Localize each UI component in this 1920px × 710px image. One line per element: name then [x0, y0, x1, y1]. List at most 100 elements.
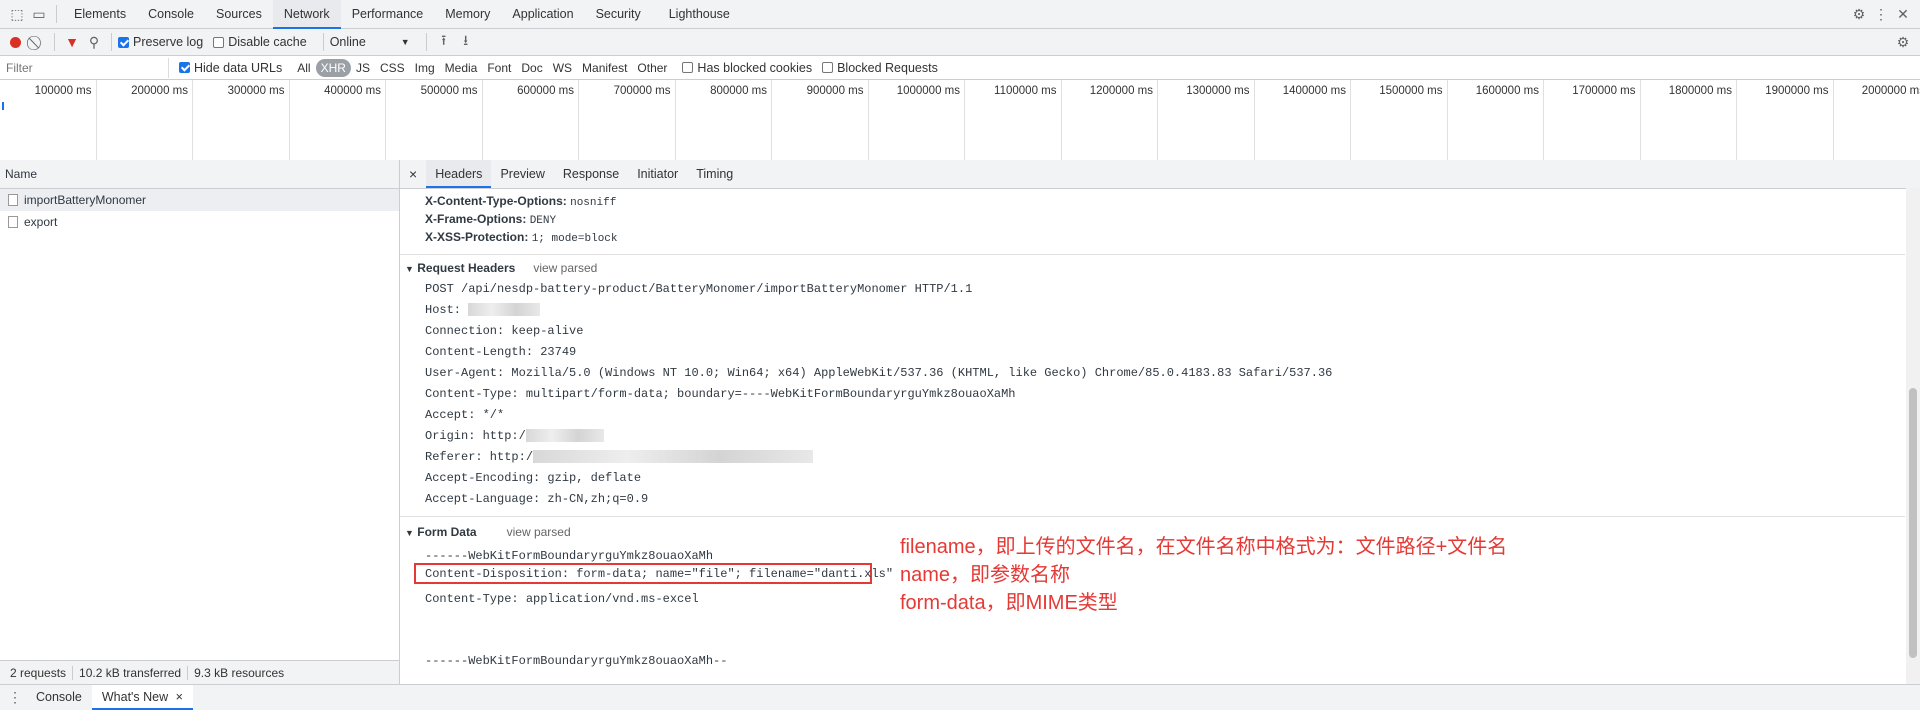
throttling-select[interactable]: Online ▼ — [330, 35, 410, 49]
filter-type-doc[interactable]: Doc — [516, 59, 547, 77]
checkbox-unchecked[interactable] — [213, 36, 225, 48]
close-tab-icon[interactable]: × — [176, 690, 183, 704]
tab-performance[interactable]: Performance — [341, 0, 435, 29]
filter-input[interactable] — [4, 57, 169, 78]
close-detail-icon[interactable]: × — [400, 160, 426, 188]
tab-console[interactable]: Console — [137, 0, 205, 29]
filter-type-xhr[interactable]: XHR — [315, 58, 351, 77]
tab-lighthouse[interactable]: Lighthouse — [658, 0, 741, 29]
divider — [111, 33, 112, 51]
import-har-icon[interactable]: ⭱ — [433, 31, 455, 53]
inspect-element-icon[interactable]: ⬚ — [6, 3, 28, 25]
timeline-tick-label: 300000 ms — [193, 80, 290, 160]
chevron-down-icon: ▼ — [400, 37, 410, 47]
timeline-tick-label: 1500000 ms — [1351, 80, 1448, 160]
drawer-tab-whats-new[interactable]: What's New × — [91, 685, 193, 710]
hide-data-urls-checkbox[interactable]: Hide data URLs — [179, 61, 282, 75]
request-row[interactable]: export — [0, 211, 399, 233]
filter-type-other[interactable]: Other — [632, 59, 672, 77]
network-settings-gear-icon[interactable]: ⚙ — [1892, 31, 1914, 53]
tab-elements[interactable]: Elements — [63, 0, 137, 29]
whats-new-label: What's New — [101, 690, 169, 704]
filter-type-css[interactable]: CSS — [375, 59, 410, 77]
tab-timing[interactable]: Timing — [687, 160, 742, 188]
checkbox-unchecked[interactable] — [822, 62, 834, 73]
filter-type-media[interactable]: Media — [440, 59, 483, 77]
timeline-overview[interactable]: 100000 ms 200000 ms 300000 ms 400000 ms 5000… — [0, 80, 1920, 161]
divider — [54, 33, 55, 51]
request-row[interactable]: importBatteryMonomer — [0, 189, 399, 211]
timeline-tick-label: 1600000 ms — [1448, 80, 1544, 160]
close-devtools-icon[interactable]: ✕ — [1892, 3, 1914, 25]
drawer-menu-icon[interactable]: ⋮ — [4, 687, 26, 709]
export-har-icon[interactable]: ⭳ — [455, 31, 477, 53]
blocked-requests-label: Blocked Requests — [837, 60, 938, 75]
tab-headers[interactable]: Headers — [426, 160, 492, 188]
tab-application[interactable]: Application — [501, 0, 584, 29]
disable-cache-label: Disable cache — [228, 35, 307, 49]
filter-type-font[interactable]: Font — [482, 59, 516, 77]
preserve-log-checkbox[interactable]: Preserve log — [118, 35, 203, 49]
form-line: Content-Type: application/vnd.ms-excel — [425, 592, 699, 606]
request-line: Accept-Language: zh-CN,zh;q=0.9 — [425, 492, 649, 506]
checkbox-unchecked[interactable] — [682, 62, 694, 73]
blocked-requests-checkbox[interactable]: Blocked Requests — [822, 61, 938, 75]
section-divider — [400, 254, 1905, 255]
view-parsed-link[interactable]: view parsed — [533, 261, 597, 275]
view-parsed-link[interactable]: view parsed — [507, 525, 571, 539]
file-icon — [8, 194, 18, 206]
more-menu-icon[interactable]: ⋮ — [1870, 3, 1892, 25]
filter-type-img[interactable]: Img — [410, 59, 440, 77]
tab-initiator[interactable]: Initiator — [628, 160, 687, 188]
form-data-section[interactable]: ▼ Form Data view parsed — [405, 525, 571, 539]
response-header-row: X-Frame-Options: DENY — [425, 212, 556, 227]
scrollbar-thumb[interactable] — [1909, 388, 1917, 658]
divider — [425, 33, 427, 51]
filter-icon[interactable]: ▼ — [61, 31, 83, 53]
tab-response[interactable]: Response — [554, 160, 628, 188]
response-header-row: X-XSS-Protection: 1; mode=block — [425, 230, 618, 245]
form-line: ------WebKitFormBoundaryrguYmkz8ouaoXaMh — [425, 549, 714, 563]
name-column-header[interactable]: Name — [0, 160, 399, 189]
timeline-request-marker — [2, 102, 4, 110]
tab-memory[interactable]: Memory — [434, 0, 501, 29]
timeline-tick-label: 1400000 ms — [1255, 80, 1351, 160]
form-line: Content-Disposition: form-data; name="fi… — [425, 567, 894, 581]
tab-preview[interactable]: Preview — [491, 160, 553, 188]
preserve-log-label: Preserve log — [133, 35, 204, 49]
request-name: importBatteryMonomer — [24, 193, 147, 207]
triangle-down-icon: ▼ — [405, 528, 414, 538]
disable-cache-checkbox[interactable]: Disable cache — [213, 35, 307, 49]
tab-sources[interactable]: Sources — [205, 0, 273, 29]
filter-type-all[interactable]: All — [292, 59, 315, 77]
filter-type-ws[interactable]: WS — [548, 59, 577, 77]
request-line: Origin: http:/ — [425, 429, 604, 443]
timeline-tick-label: 1200000 ms — [1062, 80, 1158, 160]
timeline-tick-label: 100000 ms — [0, 80, 97, 160]
tab-network[interactable]: Network — [272, 0, 341, 29]
section-divider — [400, 516, 1905, 517]
device-toolbar-icon[interactable]: ▭ — [28, 3, 50, 25]
search-icon[interactable]: ⚲ — [83, 31, 105, 53]
tab-security[interactable]: Security — [585, 0, 652, 29]
timeline-tick-label: 1300000 ms — [1158, 80, 1255, 160]
filter-type-manifest[interactable]: Manifest — [577, 59, 632, 77]
redacted-referer — [533, 450, 814, 464]
form-line: ------WebKitFormBoundaryrguYmkz8ouaoXaMh… — [425, 654, 728, 668]
drawer-tab-console[interactable]: Console — [26, 685, 92, 710]
settings-gear-icon[interactable]: ⚙ — [1848, 3, 1870, 25]
filter-type-js[interactable]: JS — [351, 59, 375, 77]
checkbox-checked[interactable] — [179, 62, 190, 73]
has-blocked-cookies-checkbox[interactable]: Has blocked cookies — [682, 61, 812, 75]
checkbox-checked[interactable] — [118, 36, 129, 48]
timeline-tick-label: 200000 ms — [97, 80, 193, 160]
header-text: Host: — [425, 303, 462, 317]
record-icon[interactable] — [4, 31, 26, 53]
request-headers-section[interactable]: ▼ Request Headers view parsed — [405, 261, 597, 275]
annotation-filename: filename，即上传的文件名，在文件名称中格式为：文件路径+文件名 — [900, 536, 1508, 558]
header-value: DENY — [529, 215, 557, 227]
detail-scrollbar[interactable] — [1906, 188, 1920, 685]
request-line: POST /api/nesdp-battery-product/BatteryM… — [425, 282, 973, 296]
status-summary: 2 requests 10.2 kB transferred 9.3 kB re… — [0, 660, 399, 685]
clear-icon[interactable]: ⃠ — [26, 31, 48, 53]
